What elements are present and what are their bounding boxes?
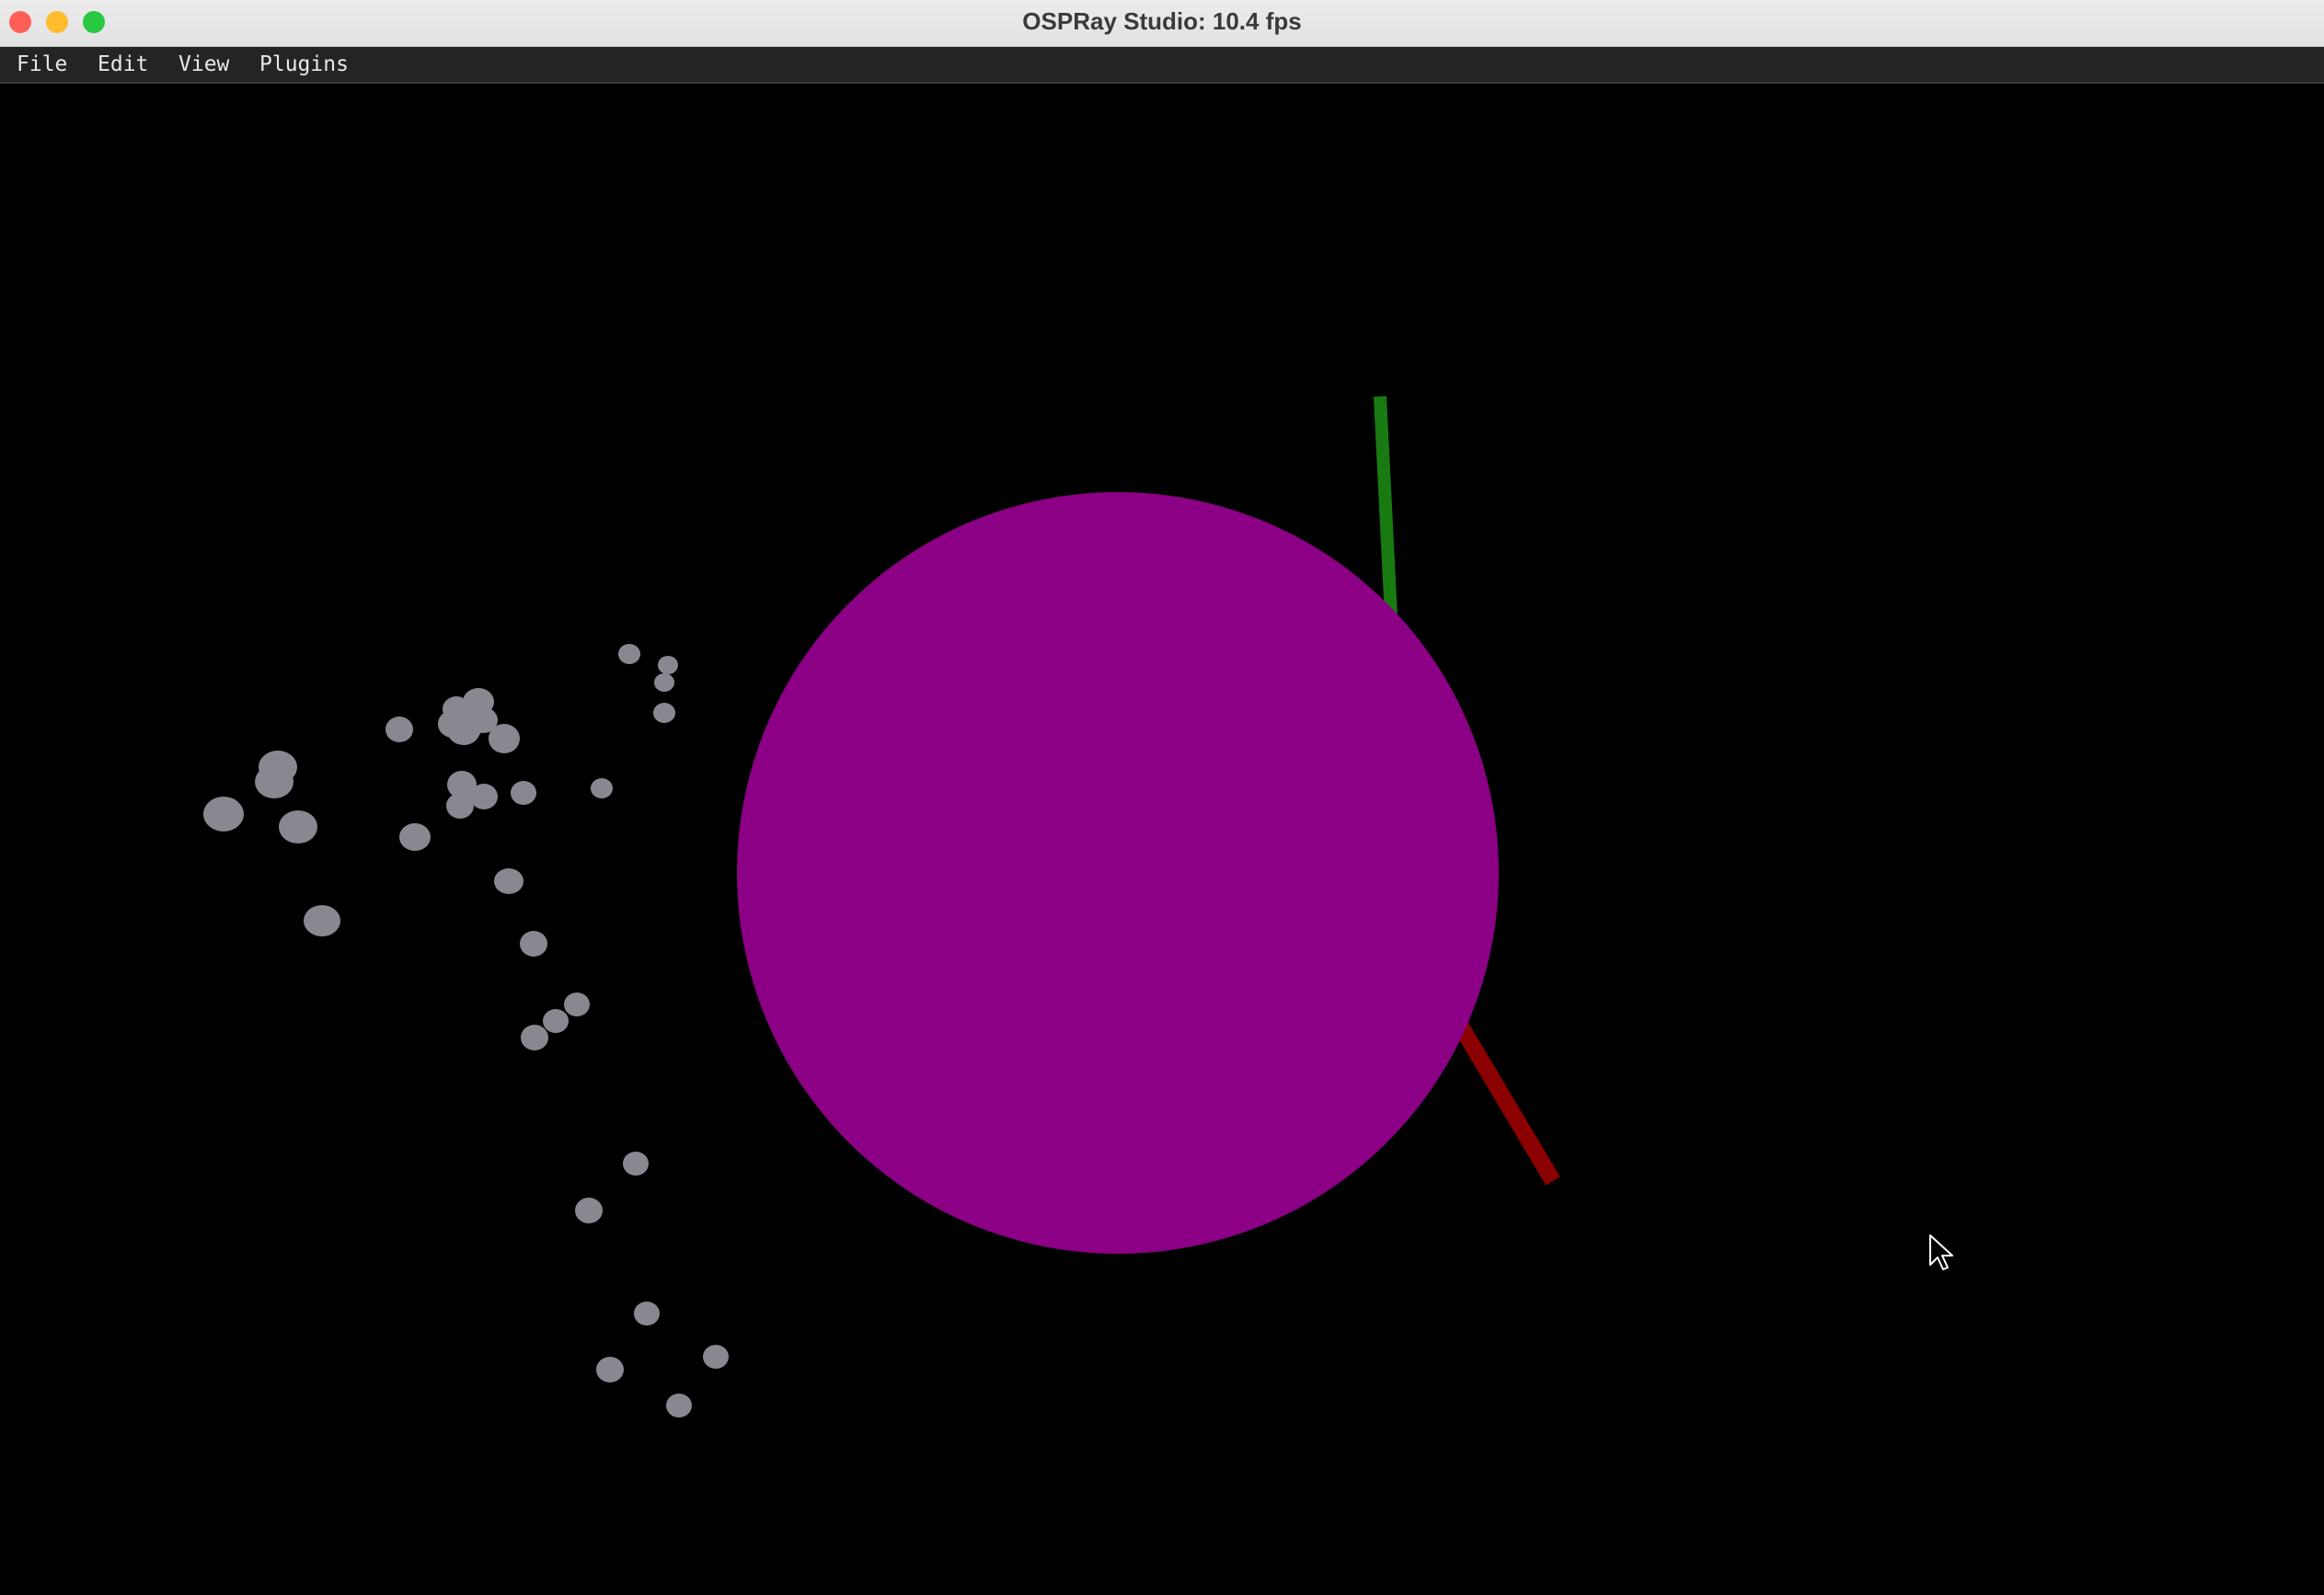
title-bar[interactable]: OSPRay Studio: 10.4 fps bbox=[0, 0, 2324, 47]
particle bbox=[596, 1357, 624, 1383]
particle bbox=[470, 707, 498, 733]
particle bbox=[575, 1198, 603, 1223]
particle bbox=[279, 810, 317, 843]
menu-view[interactable]: View bbox=[175, 47, 233, 82]
y-axis-line bbox=[1374, 396, 1398, 618]
particle bbox=[618, 644, 640, 664]
menu-edit[interactable]: Edit bbox=[94, 47, 152, 82]
particle bbox=[203, 797, 244, 832]
particle bbox=[666, 1394, 692, 1417]
scene-canvas bbox=[203, 396, 1953, 1417]
particle bbox=[446, 793, 474, 819]
menu-plugins[interactable]: Plugins bbox=[256, 47, 352, 82]
particle bbox=[653, 703, 675, 723]
particle-cloud bbox=[203, 644, 729, 1417]
particle bbox=[470, 784, 498, 809]
sphere[interactable] bbox=[737, 492, 1499, 1254]
menu-bar: File Edit View Plugins bbox=[0, 47, 2324, 84]
particle bbox=[543, 1009, 569, 1033]
window-title: OSPRay Studio: 10.4 fps bbox=[1022, 7, 1302, 35]
particle bbox=[591, 778, 613, 798]
app-window: OSPRay Studio: 10.4 fps File Edit View P… bbox=[0, 0, 2324, 1595]
particle bbox=[564, 993, 590, 1016]
particle bbox=[304, 905, 340, 936]
particle bbox=[658, 656, 678, 674]
render-viewport[interactable] bbox=[0, 84, 2324, 1595]
particle bbox=[634, 1302, 660, 1325]
particle bbox=[494, 868, 523, 894]
particle bbox=[654, 673, 674, 692]
x-axis-line bbox=[1451, 1017, 1560, 1186]
particle bbox=[703, 1345, 729, 1369]
menu-file[interactable]: File bbox=[13, 47, 71, 82]
particle bbox=[511, 781, 536, 805]
particle bbox=[385, 717, 413, 742]
particle bbox=[520, 931, 547, 957]
particle bbox=[623, 1152, 649, 1176]
particle bbox=[521, 1025, 548, 1050]
arrow-cursor-icon bbox=[1929, 1234, 1953, 1270]
particle bbox=[255, 765, 293, 798]
particle bbox=[399, 823, 431, 851]
